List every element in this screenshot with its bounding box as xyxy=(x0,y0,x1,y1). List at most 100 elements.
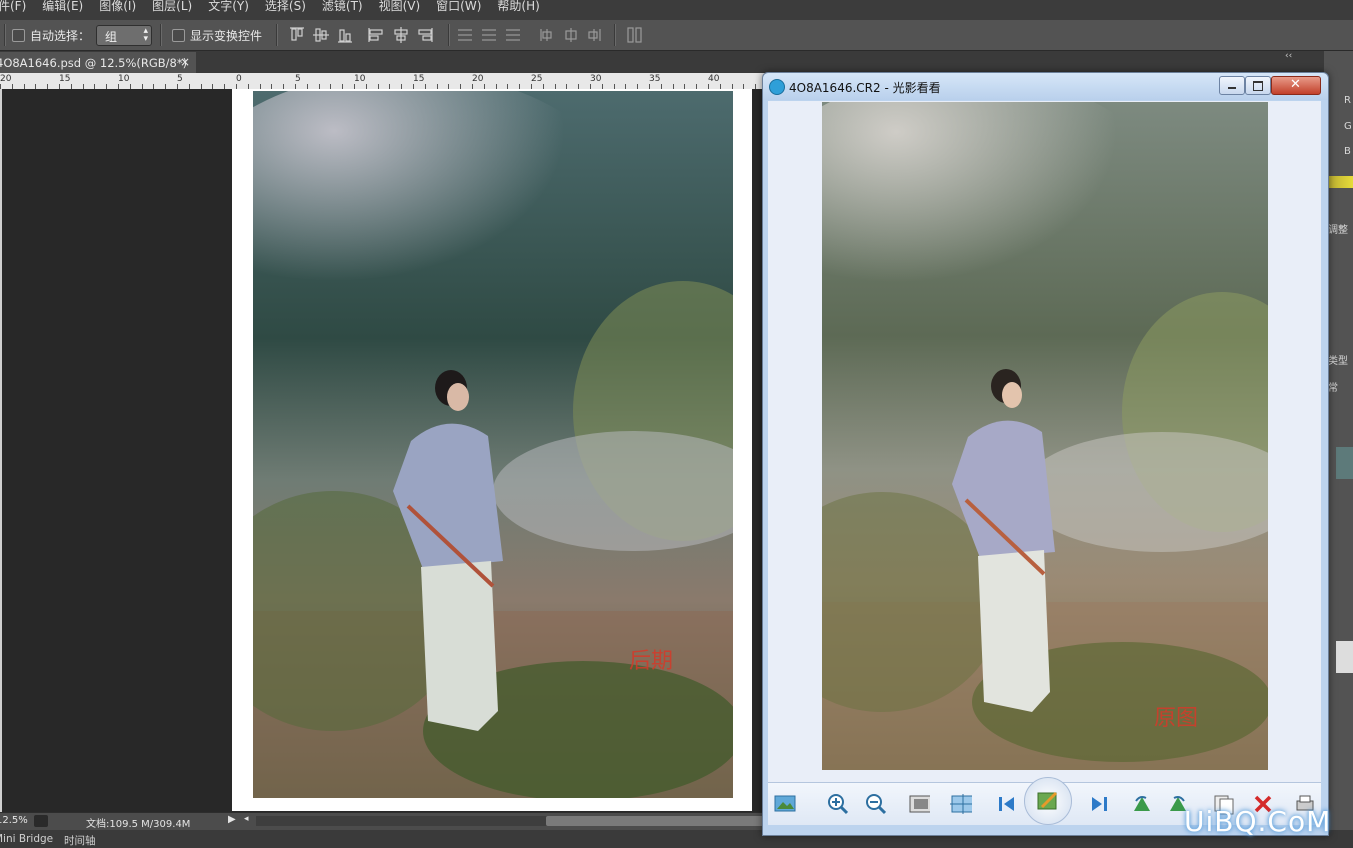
distribute-vcenter-icon[interactable] xyxy=(482,29,496,41)
ruler-label: 20 xyxy=(472,74,484,84)
actual-size-icon[interactable] xyxy=(908,793,930,815)
previous-image-icon[interactable] xyxy=(996,793,1018,815)
edited-photo[interactable]: 后期 xyxy=(253,91,733,798)
options-bar: 自动选择： 组 ▴ ▾ 显示变换控件 xyxy=(0,20,1353,51)
scroll-left-icon[interactable]: ◂ xyxy=(244,814,249,824)
ruler-label: 30 xyxy=(590,74,602,84)
next-image-icon[interactable] xyxy=(1088,793,1110,815)
ruler-label: 15 xyxy=(413,74,425,84)
align-right-icon[interactable] xyxy=(418,28,433,42)
menu-layer[interactable]: 图层(L) xyxy=(152,0,192,13)
ruler-label: 5 xyxy=(177,74,183,84)
ruler-label: 35 xyxy=(649,74,661,84)
distribute-left-icon[interactable] xyxy=(540,29,552,41)
show-transform-label: 显示变换控件 xyxy=(190,29,263,43)
align-vcenter-icon[interactable] xyxy=(313,28,329,42)
align-bottom-icon[interactable] xyxy=(338,29,352,43)
document-tab-title: 4O8A1646.psd @ 12.5%(RGB/8*) xyxy=(0,56,188,70)
collapse-panels-icon[interactable]: ‹‹ xyxy=(1285,51,1292,61)
edit-button[interactable] xyxy=(1024,777,1072,825)
viewer-canvas[interactable]: 原图 xyxy=(768,101,1321,782)
auto-select-checkbox[interactable] xyxy=(12,29,25,42)
auto-select-dropdown[interactable]: 组 ▴ ▾ xyxy=(96,25,152,46)
edit-pencil-icon xyxy=(1037,791,1058,810)
distribute-right-icon[interactable] xyxy=(588,29,601,41)
tab-mini-bridge[interactable]: Mini Bridge xyxy=(0,833,53,845)
show-transform-checkbox[interactable] xyxy=(172,29,185,42)
tab-close-icon[interactable]: × xyxy=(180,55,190,69)
ruler-label: 0 xyxy=(236,74,242,84)
status-arrow-icon[interactable]: ▶ xyxy=(228,814,236,825)
minimize-button[interactable] xyxy=(1219,76,1245,95)
separator xyxy=(4,24,6,46)
browse-image-icon[interactable] xyxy=(774,793,796,815)
zoom-in-icon[interactable] xyxy=(826,793,848,815)
scrollbar-thumb[interactable] xyxy=(546,816,766,826)
original-label: 原图 xyxy=(1154,706,1199,731)
document-tab[interactable]: 4O8A1646.psd @ 12.5%(RGB/8*) × xyxy=(0,52,196,73)
original-photo[interactable]: 原图 xyxy=(822,102,1268,770)
fit-window-icon[interactable] xyxy=(950,793,972,815)
tab-timeline[interactable]: 时间轴 xyxy=(64,833,96,848)
ruler-label: 10 xyxy=(354,74,366,84)
align-top-icon[interactable] xyxy=(290,27,304,41)
channel-g-label: G xyxy=(1344,121,1352,132)
separator xyxy=(276,24,278,46)
document-page: 后期 xyxy=(232,89,752,811)
viewer-title: 4O8A1646.CR2 - 光影看看 xyxy=(789,81,941,95)
separator xyxy=(160,24,162,46)
distribute-icons xyxy=(458,28,601,42)
menu-type[interactable]: 文字(Y) xyxy=(208,0,249,13)
align-hcenter-icon[interactable] xyxy=(394,27,408,43)
auto-select-value: 组 xyxy=(105,30,118,44)
edited-label: 后期 xyxy=(629,649,674,674)
separator xyxy=(448,24,450,46)
ruler-label: 40 xyxy=(708,74,720,84)
viewer-titlebar[interactable]: 4O8A1646.CR2 - 光影看看 ✕ xyxy=(763,73,1328,100)
watermark: UiBQ.CoM xyxy=(1184,805,1332,838)
layer-thumbnail-transparent[interactable] xyxy=(1336,641,1353,673)
auto-select-label: 自动选择： xyxy=(30,29,91,43)
close-button[interactable]: ✕ xyxy=(1271,76,1321,95)
distribute-hcenter-icon[interactable] xyxy=(565,28,577,42)
ruler-label: 10 xyxy=(118,74,130,84)
status-menu-icon[interactable] xyxy=(34,815,48,827)
menu-edit[interactable]: 编辑(E) xyxy=(42,0,83,13)
adjustments-label[interactable]: 调整 xyxy=(1328,221,1348,236)
menu-view[interactable]: 视图(V) xyxy=(379,0,421,13)
image-viewer-window[interactable]: 4O8A1646.CR2 - 光影看看 ✕ 原图 xyxy=(762,72,1329,836)
menu-filter[interactable]: 滤镜(T) xyxy=(322,0,363,13)
rotate-left-icon[interactable] xyxy=(1130,793,1152,815)
channel-r-label: R xyxy=(1344,95,1351,106)
minimize-icon xyxy=(1228,87,1236,89)
menu-image[interactable]: 图像(I) xyxy=(99,0,136,13)
distribute-top-icon[interactable] xyxy=(458,29,472,41)
menu-bar: 文件(F) 编辑(E) 图像(I) 图层(L) 文字(Y) 选择(S) 滤镜(T… xyxy=(0,0,1353,20)
ruler-label: 25 xyxy=(531,74,543,84)
separator xyxy=(614,24,616,46)
ruler-label: 20 xyxy=(0,74,12,84)
menu-help[interactable]: 帮助(H) xyxy=(497,0,539,13)
ruler-label: 5 xyxy=(295,74,301,84)
maximize-icon xyxy=(1253,81,1263,91)
layer-thumbnail[interactable] xyxy=(1336,447,1353,479)
zoom-out-icon[interactable] xyxy=(864,793,886,815)
close-icon: ✕ xyxy=(1290,77,1301,92)
vertical-ruler xyxy=(0,89,2,812)
menu-file[interactable]: 文件(F) xyxy=(0,0,26,13)
ruler-label: 15 xyxy=(59,74,71,84)
document-info: 文档:109.5 M/309.4M xyxy=(86,819,191,830)
app-eye-icon xyxy=(769,79,785,95)
align-left-icon[interactable] xyxy=(368,28,383,42)
zoom-readout[interactable]: 12.5% xyxy=(0,815,28,826)
align-icons xyxy=(290,27,433,43)
auto-align-icon[interactable] xyxy=(626,27,644,43)
blend-mode-label[interactable]: 常 xyxy=(1328,379,1338,394)
channel-b-label: B xyxy=(1344,146,1351,157)
menu-select[interactable]: 选择(S) xyxy=(265,0,306,13)
maximize-button[interactable] xyxy=(1245,76,1271,95)
menu-window[interactable]: 窗口(W) xyxy=(436,0,481,13)
layer-type-label: 类型 xyxy=(1328,356,1348,367)
dropdown-arrows-icon: ▴ ▾ xyxy=(143,26,148,44)
distribute-bottom-icon[interactable] xyxy=(506,29,520,41)
